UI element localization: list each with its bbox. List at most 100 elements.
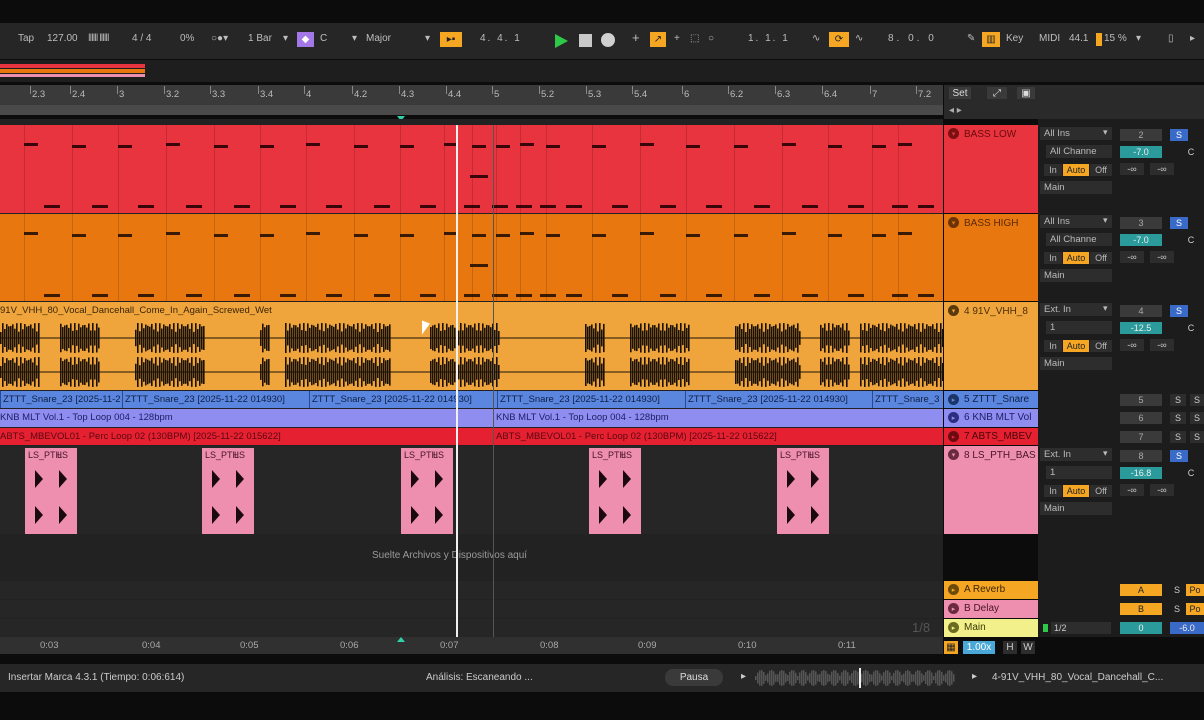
solo-button[interactable]: S <box>1170 412 1186 424</box>
track-number[interactable]: 7 <box>1120 431 1162 443</box>
snare-track-header[interactable]: ▸ 5 ZTTT_Snare <box>944 391 1038 408</box>
snare-clip[interactable]: ZTTT_Snare_23 [2025-11-22 014930] <box>500 394 660 405</box>
w-button[interactable]: W <box>1021 641 1035 654</box>
pause-button[interactable]: Pausa <box>665 669 723 686</box>
key-root-select[interactable]: C <box>320 33 327 44</box>
input-type-select[interactable]: Ext. In <box>1040 448 1112 461</box>
send-a-field[interactable]: -∞ <box>1120 339 1144 351</box>
fold-icon[interactable]: ▾ <box>948 305 959 316</box>
scale-toggle-icon[interactable]: ◆ <box>297 32 314 47</box>
send-a-field[interactable]: -∞ <box>1120 251 1144 263</box>
main-pan-field[interactable]: -6.0 <box>1170 622 1204 634</box>
monitor-auto-button[interactable]: Auto <box>1063 340 1089 352</box>
output-select[interactable]: Main <box>1040 269 1112 282</box>
loop-start-field[interactable]: 1. 1. 1 <box>748 33 790 44</box>
output-select[interactable]: Main <box>1040 181 1112 194</box>
bass-low-track-header[interactable]: ▾ BASS LOW <box>944 125 1038 213</box>
return-letter[interactable]: B <box>1120 603 1162 615</box>
solo-button[interactable]: S <box>1170 584 1184 596</box>
monitor-auto-button[interactable]: Auto <box>1063 252 1089 264</box>
mute-button[interactable]: S <box>1190 412 1204 424</box>
key-map-button[interactable]: Key <box>1006 33 1023 44</box>
ls-pth-track-header[interactable]: ▾ 8 LS_PTH_BAS <box>944 446 1038 534</box>
input-type-select[interactable]: All Ins <box>1040 127 1112 140</box>
volume-field[interactable]: -7.0 <box>1120 146 1162 158</box>
meter-field[interactable]: 4 / 4 <box>132 33 151 44</box>
delay-return-header[interactable]: ▸ B Delay <box>944 600 1038 618</box>
post-button[interactable]: Po <box>1186 603 1204 615</box>
fold-icon[interactable]: ▾ <box>948 449 959 460</box>
solo-button[interactable]: S <box>1170 217 1188 229</box>
snare-clip[interactable]: ZTTT_Snare_23 [2025-11-22 014930] <box>125 394 285 405</box>
monitor-in-button[interactable]: In <box>1044 164 1062 176</box>
overview-strip[interactable] <box>0 60 1204 82</box>
snare-clip[interactable]: ZTTT_Snare_23 [2025-11-22 014930] <box>688 394 848 405</box>
abts-clip-2[interactable]: ABTS_MBEVOL01 - Perc Loop 02 (130BPM) [2… <box>496 431 777 442</box>
monitor-off-button[interactable]: Off <box>1090 164 1112 176</box>
loop-bar[interactable] <box>0 105 943 115</box>
solo-button[interactable]: S <box>1170 305 1188 317</box>
ls-pth-clip[interactable]: LS_PTH LS <box>401 448 453 534</box>
main-volume-field[interactable]: 0 <box>1120 622 1162 634</box>
ls-pth-clip[interactable]: LS_PTH LS <box>777 448 829 534</box>
post-button[interactable]: Po <box>1186 584 1204 596</box>
loop-length-field[interactable]: 8. 0. 0 <box>888 33 937 44</box>
reverb-return-lane[interactable] <box>0 581 943 599</box>
vocal-track-header[interactable]: ▾ 4 91V_VHH_8 <box>944 302 1038 390</box>
ls-pth-lane[interactable]: LS_PTH LS LS_PTH LS LS_PTH LS LS_PTH LS LS_PTH LS <box>0 446 943 534</box>
scroll-right-icon[interactable]: ▸ <box>1190 33 1195 44</box>
snare-lane[interactable]: ZTTT_Snare_23 [2025-11-2 ZTTT_Snare_23 [2… <box>0 391 943 408</box>
abts-clip-1[interactable]: ABTS_MBEVOL01 - Perc Loop 02 (130BPM) [2… <box>0 431 281 442</box>
solo-button[interactable]: S <box>1170 603 1184 615</box>
session-record-icon[interactable]: ○ <box>708 33 714 44</box>
bass-high-track-header[interactable]: ▾ BASS HIGH <box>944 214 1038 301</box>
draw-mode-icon[interactable]: ✎ <box>967 33 975 44</box>
mute-button[interactable]: S <box>1190 394 1204 406</box>
bass-low-clip[interactable] <box>0 125 943 213</box>
send-b-field[interactable]: -∞ <box>1150 251 1174 263</box>
swing-field[interactable]: 0% <box>180 33 194 44</box>
monitor-off-button[interactable]: Off <box>1090 340 1112 352</box>
monitor-auto-button[interactable]: Auto <box>1063 485 1089 497</box>
lock-icon[interactable]: ▣ <box>1017 87 1035 99</box>
fold-icon[interactable]: ▸ <box>948 412 959 423</box>
output-select[interactable]: Main <box>1040 502 1112 515</box>
monitor-off-button[interactable]: Off <box>1090 252 1112 264</box>
scale-select[interactable]: Major <box>366 33 391 44</box>
return-letter[interactable]: A <box>1120 584 1162 596</box>
tempo-field[interactable]: 127.00 <box>47 33 78 44</box>
set-button[interactable]: Set <box>949 87 971 99</box>
pan-field[interactable]: C <box>1182 146 1200 158</box>
record-icon[interactable] <box>601 33 615 47</box>
automation-arm-icon[interactable]: ↗ <box>650 32 666 47</box>
main-fraction-select[interactable]: 1/2 <box>1051 622 1111 634</box>
monitor-auto-button[interactable]: Auto <box>1063 164 1089 176</box>
solo-button[interactable]: S <box>1170 450 1188 462</box>
abts-track-header[interactable]: ▸ 7 ABTS_MBEV <box>944 428 1038 445</box>
keyboard-icon[interactable]: ▥ <box>982 32 1000 47</box>
volume-field[interactable]: -12.5 <box>1120 322 1162 334</box>
volume-field[interactable]: -16.8 <box>1120 467 1162 479</box>
main-track-lane[interactable] <box>0 619 943 637</box>
fold-icon[interactable]: ▾ <box>948 128 959 139</box>
preview-next-icon[interactable]: ▸ <box>972 671 977 682</box>
track-number[interactable]: 2 <box>1120 129 1162 141</box>
punch-out-icon[interactable]: ∿ <box>855 33 863 44</box>
send-b-field[interactable]: -∞ <box>1150 163 1174 175</box>
track-number[interactable]: 5 <box>1120 394 1162 406</box>
capture-icon[interactable]: ⬚ <box>690 33 699 44</box>
input-channel-select[interactable]: 1 <box>1046 321 1112 334</box>
solo-button[interactable]: S <box>1170 431 1186 443</box>
send-a-field[interactable]: -∞ <box>1120 163 1144 175</box>
main-track-header[interactable]: ▸ Main <box>944 619 1038 637</box>
metronome-icon[interactable]: ○●▾ <box>211 33 228 44</box>
output-select[interactable]: Main <box>1040 357 1112 370</box>
playhead[interactable] <box>456 125 458 637</box>
mute-button[interactable]: S <box>1190 431 1204 443</box>
snare-clip[interactable]: ZTTT_Snare_3 <box>875 394 939 405</box>
input-channel-select[interactable]: 1 <box>1046 466 1112 479</box>
ls-pth-clip[interactable]: LS_PTH LS <box>589 448 641 534</box>
input-type-select[interactable]: Ext. In <box>1040 303 1112 316</box>
locator-nav-icon[interactable]: ◂ ▸ <box>949 105 962 116</box>
abts-lane[interactable]: ABTS_MBEVOL01 - Perc Loop 02 (130BPM) [2… <box>0 428 943 445</box>
